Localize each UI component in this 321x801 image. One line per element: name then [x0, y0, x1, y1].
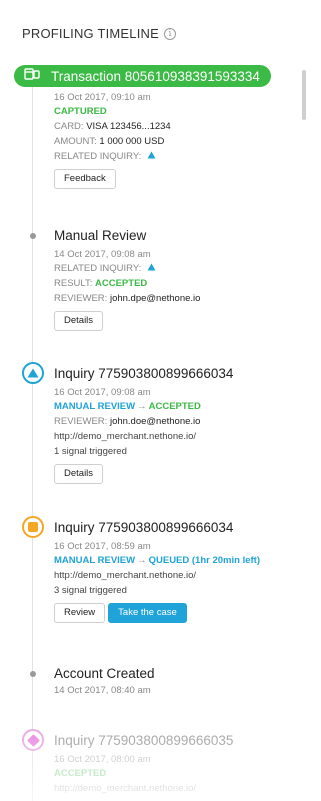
take-the-case-button[interactable]: Take the case: [108, 603, 187, 623]
inquiry2-signals: 3 signal triggered: [54, 585, 127, 596]
scrollbar-thumb[interactable]: [302, 70, 306, 120]
inquiry1-url: http://demo_merchant.nethone.io/: [54, 431, 197, 442]
transaction-details: 16 Oct 2017, 09:10 am CAPTURED CARD: VIS…: [54, 91, 171, 190]
info-icon[interactable]: i: [164, 27, 176, 40]
inquiry1-status-row: MANUAL REVIEW → ACCEPTED: [54, 399, 233, 414]
inquiry3-status-row: ACCEPTED: [54, 766, 233, 781]
manual-review-details: Manual Review 14 Oct 2017, 09:08 am RELA…: [54, 228, 200, 332]
card-value: VISA 123456...1234: [86, 121, 171, 132]
amount-value: 1 000 000 USD: [99, 136, 165, 147]
arrow-right-icon: →: [137, 555, 147, 566]
status-from: MANUAL REVIEW: [54, 555, 136, 566]
manual-review-related-row: RELATED INQUIRY:: [54, 261, 200, 276]
inquiry2-title: Inquiry 775903800899666034: [54, 520, 234, 535]
result-value: ACCEPTED: [95, 278, 148, 290]
account-created-date: 14 Oct 2017, 08:40 am: [54, 685, 151, 696]
page-title: PROFILING TIMELINE: [22, 26, 159, 41]
reviewer-value: john.doe@nethone.io: [109, 416, 201, 427]
amount-row: AMOUNT: 1 000 000 USD: [54, 134, 171, 149]
manual-review-title: Manual Review: [54, 228, 147, 243]
feedback-button[interactable]: Feedback: [54, 169, 116, 190]
inquiry1-details-button[interactable]: Details: [54, 464, 104, 484]
related-inquiry-label: RELATED INQUIRY:: [54, 263, 142, 275]
inquiry2-details: Inquiry 775903800899666034 16 Oct 2017, …: [54, 520, 260, 623]
card-row: CARD: VISA 123456...1234: [54, 119, 171, 134]
card-transaction-icon: [24, 67, 40, 85]
amount-label: AMOUNT:: [54, 136, 97, 147]
related-inquiry-label: RELATED INQUIRY:: [54, 151, 142, 163]
manual-review-dot: [30, 233, 36, 239]
transaction-status: CAPTURED: [54, 104, 171, 119]
account-created-details: Account Created 14 Oct 2017, 08:40 am: [54, 666, 155, 697]
reviewer-value: john.dpe@nethone.io: [109, 293, 201, 305]
result-label: RESULT:: [54, 278, 93, 290]
transaction-pill[interactable]: Transaction 805610938391593334: [14, 65, 271, 87]
inquiry3-date: 16 Oct 2017, 08:00 am: [54, 754, 151, 765]
account-created-dot: [30, 671, 36, 677]
inquiry3-title: Inquiry 775903800899666035: [54, 733, 234, 748]
manual-review-date: 14 Oct 2017, 09:08 am: [54, 249, 151, 260]
status-to: ACCEPTED: [148, 401, 201, 412]
status-from: MANUAL REVIEW: [54, 401, 136, 412]
inquiry1-reviewer-row: REVIEWER: john.doe@nethone.io: [54, 414, 233, 429]
inquiry3-url: http://demo_merchant.nethone.io/: [54, 783, 197, 794]
inquiry3-details: Inquiry 775903800899666035 16 Oct 2017, …: [54, 733, 233, 796]
timeline-line: [32, 86, 33, 801]
transaction-status-value: CAPTURED: [54, 106, 107, 117]
status-to: QUEUED (1hr 20min left): [148, 555, 260, 566]
timeline-header: PROFILING TIMELINE i: [22, 26, 176, 41]
transaction-title: Transaction 805610938391593334: [51, 68, 260, 84]
reviewer-label: REVIEWER:: [54, 416, 108, 427]
manual-review-reviewer-row: REVIEWER: john.dpe@nethone.io: [54, 291, 200, 306]
arrow-right-icon: →: [137, 401, 147, 412]
related-inquiry-icon[interactable]: [147, 149, 156, 164]
inquiry3-status: ACCEPTED: [54, 768, 107, 779]
reviewer-label: REVIEWER:: [54, 293, 108, 305]
orange-square-icon: [22, 516, 44, 538]
manual-review-result-row: RESULT: ACCEPTED: [54, 276, 200, 291]
related-inquiry-icon[interactable]: [147, 261, 156, 276]
blue-triangle-icon: [22, 362, 44, 384]
inquiry2-status-row: MANUAL REVIEW → QUEUED (1hr 20min left): [54, 553, 260, 568]
transaction-date: 16 Oct 2017, 09:10 am: [54, 92, 151, 103]
manual-review-details-button[interactable]: Details: [54, 311, 104, 332]
inquiry2-date: 16 Oct 2017, 08:59 am: [54, 541, 151, 552]
inquiry1-signals: 1 signal triggered: [54, 446, 127, 457]
related-inquiry-row: RELATED INQUIRY:: [54, 149, 171, 164]
account-created-title: Account Created: [54, 666, 155, 681]
card-label: CARD:: [54, 121, 84, 132]
inquiry2-url: http://demo_merchant.nethone.io/: [54, 570, 197, 581]
review-button[interactable]: Review: [54, 603, 106, 623]
pink-diamond-icon: [22, 729, 44, 751]
inquiry1-details: Inquiry 775903800899666034 16 Oct 2017, …: [54, 366, 233, 484]
inquiry1-date: 16 Oct 2017, 09:08 am: [54, 387, 151, 398]
inquiry1-title: Inquiry 775903800899666034: [54, 366, 234, 381]
